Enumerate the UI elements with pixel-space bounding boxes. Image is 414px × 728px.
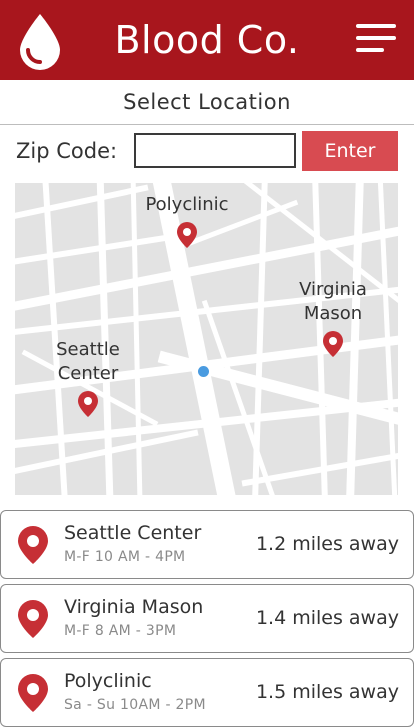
app-header: Blood Co. [0, 0, 414, 80]
location-card-virginia-mason[interactable]: Virginia Mason M-F 8 AM - 3PM 1.4 miles … [0, 584, 414, 653]
map-label-polyclinic: Polyclinic [145, 194, 229, 215]
location-distance: 1.5 miles away [255, 681, 399, 703]
location-distance: 1.4 miles away [255, 607, 399, 629]
location-distance: 1.2 miles away [255, 533, 399, 555]
map-pin-seattle-center-icon[interactable] [77, 390, 99, 418]
location-name: Polyclinic [64, 670, 152, 692]
location-pin-icon [18, 600, 48, 638]
map-pin-polyclinic-icon[interactable] [176, 221, 198, 249]
app-title: Blood Co. [114, 18, 300, 62]
location-card-seattle-center[interactable]: Seattle Center M-F 10 AM - 4PM 1.2 miles… [0, 510, 414, 579]
zip-code-label: Zip Code: [16, 139, 118, 163]
hamburger-menu-icon[interactable] [356, 24, 396, 56]
current-location-dot-icon [198, 366, 209, 377]
location-hours: M-F 10 AM - 4PM [64, 549, 186, 565]
map-pin-virginia-mason-icon[interactable] [322, 330, 344, 358]
location-hours: M-F 8 AM - 3PM [64, 623, 177, 639]
location-name: Virginia Mason [64, 596, 204, 618]
enter-button[interactable]: Enter [302, 131, 398, 171]
map-label-virginia-mason: Virginia Mason [299, 279, 367, 324]
page-title: Select Location [0, 80, 414, 125]
location-name: Seattle Center [64, 522, 202, 544]
map-label-seattle-center: Seattle Center [56, 339, 120, 384]
location-hours: Sa - Su 10AM - 2PM [64, 697, 206, 713]
location-map[interactable]: Polyclinic Virginia Mason Seattle Center [15, 183, 398, 495]
location-card-polyclinic[interactable]: Polyclinic Sa - Su 10AM - 2PM 1.5 miles … [0, 658, 414, 727]
location-pin-icon [18, 674, 48, 712]
zip-code-input[interactable] [134, 133, 296, 168]
location-pin-icon [18, 526, 48, 564]
